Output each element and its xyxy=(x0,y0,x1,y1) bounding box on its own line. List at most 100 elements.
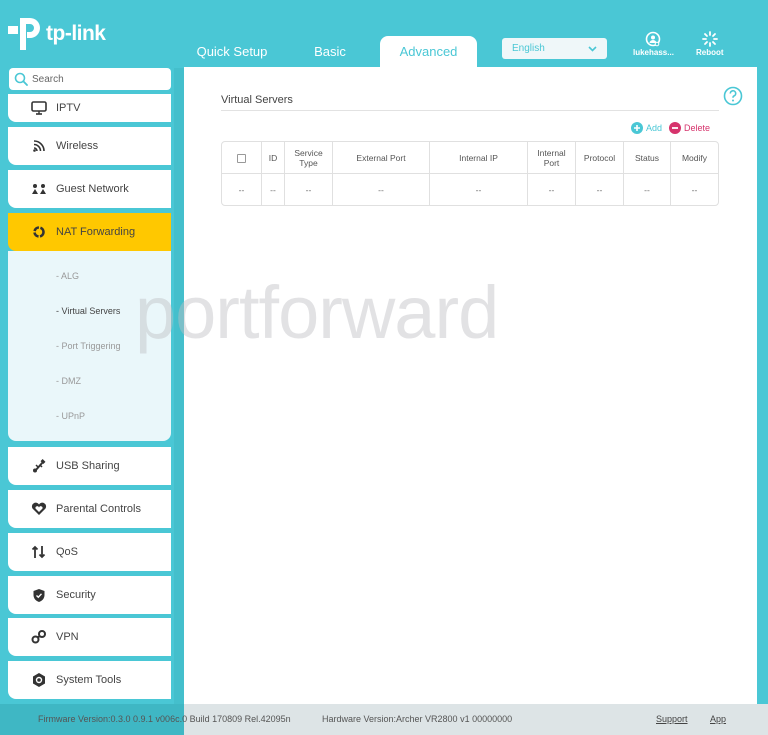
firmware-version: Firmware Version:0.3.0 0.9.1 v006c.0 Bui… xyxy=(38,714,291,724)
sidebar-item-guest-network[interactable]: Guest Network xyxy=(8,170,171,208)
add-label: Add xyxy=(646,123,663,133)
header-line: Port xyxy=(543,157,560,168)
table-cell: -- xyxy=(285,174,333,205)
tab-quick-setup[interactable]: Quick Setup xyxy=(184,36,280,67)
help-icon xyxy=(723,86,743,106)
brand-name: tp-link xyxy=(46,22,106,45)
heart-icon xyxy=(30,502,48,516)
column-header-internal-ip: Internal IP xyxy=(430,142,528,174)
column-header-modify: Modify xyxy=(671,142,718,174)
tab-basic[interactable]: Basic xyxy=(280,36,380,67)
sidebar-item-parental-controls[interactable]: Parental Controls xyxy=(8,490,171,528)
column-header-status: Status xyxy=(624,142,671,174)
table-header-row: ID Service Type External Port Internal IP… xyxy=(222,142,718,174)
column-header-protocol: Protocol xyxy=(576,142,624,174)
table-cell: -- xyxy=(691,184,698,195)
table-cell: -- xyxy=(333,174,430,205)
minus-circle-icon xyxy=(669,122,682,134)
table-actions: Add Delete xyxy=(631,122,710,134)
nat-forwarding-submenu: - ALG - Virtual Servers - Port Triggerin… xyxy=(8,251,171,441)
submenu-item-port-triggering[interactable]: - Port Triggering xyxy=(56,341,121,351)
submenu-item-upnp[interactable]: - UPnP xyxy=(56,411,85,421)
sidebar-item-label: USB Sharing xyxy=(56,460,120,472)
page-scrollbar[interactable] xyxy=(757,67,768,735)
column-header-internal-port: Internal Port xyxy=(528,142,576,174)
page-title: Virtual Servers xyxy=(221,94,293,106)
table-cell: -- xyxy=(576,174,624,205)
submenu-item-dmz[interactable]: - DMZ xyxy=(56,376,81,386)
submenu-item-alg[interactable]: - ALG xyxy=(56,271,79,281)
app-link[interactable]: App xyxy=(710,714,726,724)
sidebar-item-label: System Tools xyxy=(56,674,122,686)
shield-icon xyxy=(30,588,48,603)
sidebar-item-label: QoS xyxy=(56,546,79,558)
vpn-link-icon xyxy=(30,630,48,644)
guest-network-icon xyxy=(30,183,48,195)
add-button[interactable]: Add xyxy=(631,122,662,134)
table-cell: -- xyxy=(222,174,262,205)
sidebar-scrollbar[interactable] xyxy=(174,68,184,704)
sidebar-item-label: VPN xyxy=(56,631,79,643)
language-selected: English xyxy=(512,43,545,54)
title-divider xyxy=(221,110,719,111)
gear-icon xyxy=(30,672,48,688)
header-line: Internal xyxy=(537,147,566,158)
wireless-icon xyxy=(30,139,48,153)
hardware-version: Hardware Version:Archer VR2800 v1 000000… xyxy=(322,714,513,724)
sidebar-item-nat-forwarding[interactable]: NAT Forwarding xyxy=(8,213,171,251)
chevron-down-icon xyxy=(588,45,597,52)
sidebar-item-wireless[interactable]: Wireless xyxy=(8,127,171,165)
search-placeholder: Search xyxy=(32,73,64,85)
reboot-button[interactable]: Reboot xyxy=(696,31,724,57)
table-cell: -- xyxy=(430,174,528,205)
virtual-servers-table: ID Service Type External Port Internal IP… xyxy=(221,141,719,206)
column-header-service-type: Service Type xyxy=(285,142,333,174)
tab-advanced[interactable]: Advanced xyxy=(380,36,477,67)
sidebar-item-iptv[interactable]: IPTV xyxy=(8,94,171,122)
tp-link-logo-icon xyxy=(8,18,40,50)
sidebar-item-label: Security xyxy=(56,589,96,601)
sidebar-item-security[interactable]: Security xyxy=(8,576,171,614)
delete-button[interactable]: Delete xyxy=(669,122,710,134)
footer: Firmware Version:0.3.0 0.9.1 v006c.0 Bui… xyxy=(0,704,768,735)
column-header-external-port: External Port xyxy=(333,142,430,174)
plus-circle-icon xyxy=(631,122,643,134)
search-icon xyxy=(14,72,28,86)
sidebar-item-qos[interactable]: QoS xyxy=(8,533,171,571)
user-account-button[interactable]: lukehass... xyxy=(633,31,674,57)
table-cell: -- xyxy=(262,174,285,205)
user-label: lukehass... xyxy=(633,48,674,57)
delete-label: Delete xyxy=(684,123,711,133)
sidebar-item-usb-sharing[interactable]: USB Sharing xyxy=(8,447,171,485)
sidebar-item-label: Wireless xyxy=(56,140,99,152)
header-line: Service xyxy=(294,147,323,158)
help-button[interactable] xyxy=(723,86,743,111)
sidebar-search-input[interactable]: Search xyxy=(9,68,171,90)
sidebar-item-label: Guest Network xyxy=(56,183,129,195)
tv-icon xyxy=(30,101,48,115)
column-header-id: ID xyxy=(262,142,285,174)
usb-icon xyxy=(30,459,48,473)
table-cell: -- xyxy=(624,174,671,205)
main-tabs: Quick Setup Basic Advanced xyxy=(184,36,477,67)
tp-link-logo[interactable]: tp-link xyxy=(8,16,106,52)
reboot-icon xyxy=(701,31,718,47)
support-link[interactable]: Support xyxy=(656,714,688,724)
submenu-item-virtual-servers[interactable]: - Virtual Servers xyxy=(56,306,120,316)
select-all-header xyxy=(222,142,262,174)
sidebar-item-vpn[interactable]: VPN xyxy=(8,618,171,656)
select-all-checkbox[interactable] xyxy=(237,153,246,163)
language-select[interactable]: English xyxy=(502,38,607,59)
user-icon xyxy=(646,31,661,47)
sidebar-item-label: IPTV xyxy=(56,102,81,114)
sidebar-item-system-tools[interactable]: System Tools xyxy=(8,661,171,699)
nat-forwarding-icon xyxy=(30,225,48,239)
table-row: -- -- -- -- -- -- -- -- -- xyxy=(222,174,718,205)
reboot-label: Reboot xyxy=(696,48,724,57)
header-line: Type xyxy=(299,157,318,168)
sidebar-item-label: Parental Controls xyxy=(56,503,141,515)
main-content-panel: Virtual Servers Add Delete ID Service Typ… xyxy=(184,67,757,704)
sidebar-item-label: NAT Forwarding xyxy=(56,226,136,238)
qos-arrows-icon xyxy=(30,545,48,559)
table-cell: -- xyxy=(528,174,576,205)
